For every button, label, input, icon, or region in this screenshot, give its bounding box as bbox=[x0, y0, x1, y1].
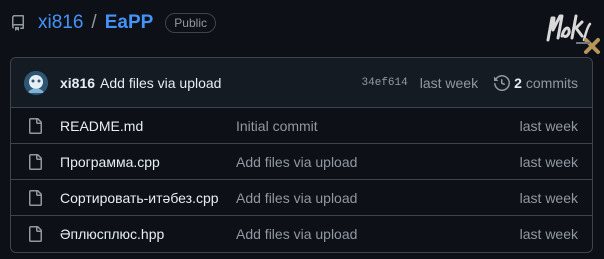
file-commit-time: last week bbox=[519, 153, 578, 170]
avatar[interactable] bbox=[24, 70, 48, 95]
history-icon bbox=[494, 74, 511, 91]
file-name-link[interactable]: Әплюсплюс.hpp bbox=[60, 226, 236, 242]
file-row[interactable]: Сортировать-итəбез.cpp Add files via upl… bbox=[11, 180, 592, 216]
file-commit-message-link[interactable]: Add files via upload bbox=[236, 190, 520, 206]
repo-header: xi816 / EaPP Public bbox=[10, 10, 216, 36]
file-name-link[interactable]: README.md bbox=[60, 118, 236, 134]
repo-icon bbox=[10, 15, 26, 31]
commit-history-link[interactable]: 2 commits bbox=[494, 75, 578, 91]
path-separator: / bbox=[91, 12, 97, 33]
watermark-logo bbox=[542, 10, 602, 56]
file-commit-time: last week bbox=[519, 189, 578, 206]
repo-page: xi816 / EaPP Public xi816 Add files via … bbox=[0, 0, 604, 259]
commit-author-link[interactable]: xi816 bbox=[60, 75, 95, 91]
file-row[interactable]: README.md Initial commit last week bbox=[11, 108, 592, 144]
commit-message-link[interactable]: Add files via upload bbox=[100, 75, 221, 91]
file-commit-message-link[interactable]: Add files via upload bbox=[236, 226, 520, 242]
file-name-link[interactable]: Сортировать-итəбез.cpp bbox=[60, 190, 236, 206]
file-icon bbox=[27, 189, 43, 206]
file-rows: README.md Initial commit last week Прогр… bbox=[11, 108, 592, 252]
file-icon bbox=[27, 117, 43, 134]
file-row[interactable]: Программа.cpp Add files via upload last … bbox=[11, 144, 592, 180]
file-commit-message-link[interactable]: Initial commit bbox=[236, 118, 520, 134]
visibility-badge: Public bbox=[165, 13, 216, 33]
repo-owner-link[interactable]: xi816 bbox=[38, 12, 83, 34]
commit-count: 2 bbox=[514, 74, 522, 91]
file-listing: xi816 Add files via upload 34ef614 last … bbox=[10, 57, 593, 253]
commit-sha-link[interactable]: 34ef614 bbox=[362, 77, 408, 89]
file-icon bbox=[27, 153, 43, 170]
file-commit-time: last week bbox=[519, 226, 578, 242]
commit-count-label: commits bbox=[525, 74, 578, 91]
file-commit-message-link[interactable]: Add files via upload bbox=[236, 154, 520, 170]
file-name-link[interactable]: Программа.cpp bbox=[60, 154, 236, 170]
latest-commit-bar: xi816 Add files via upload 34ef614 last … bbox=[11, 58, 592, 108]
file-row[interactable]: Әплюсплюс.hpp Add files via upload last … bbox=[11, 216, 592, 252]
repo-name-link[interactable]: EaPP bbox=[105, 12, 154, 34]
file-commit-time: last week bbox=[519, 117, 578, 134]
commit-time: last week bbox=[419, 74, 479, 91]
file-icon bbox=[27, 226, 43, 242]
